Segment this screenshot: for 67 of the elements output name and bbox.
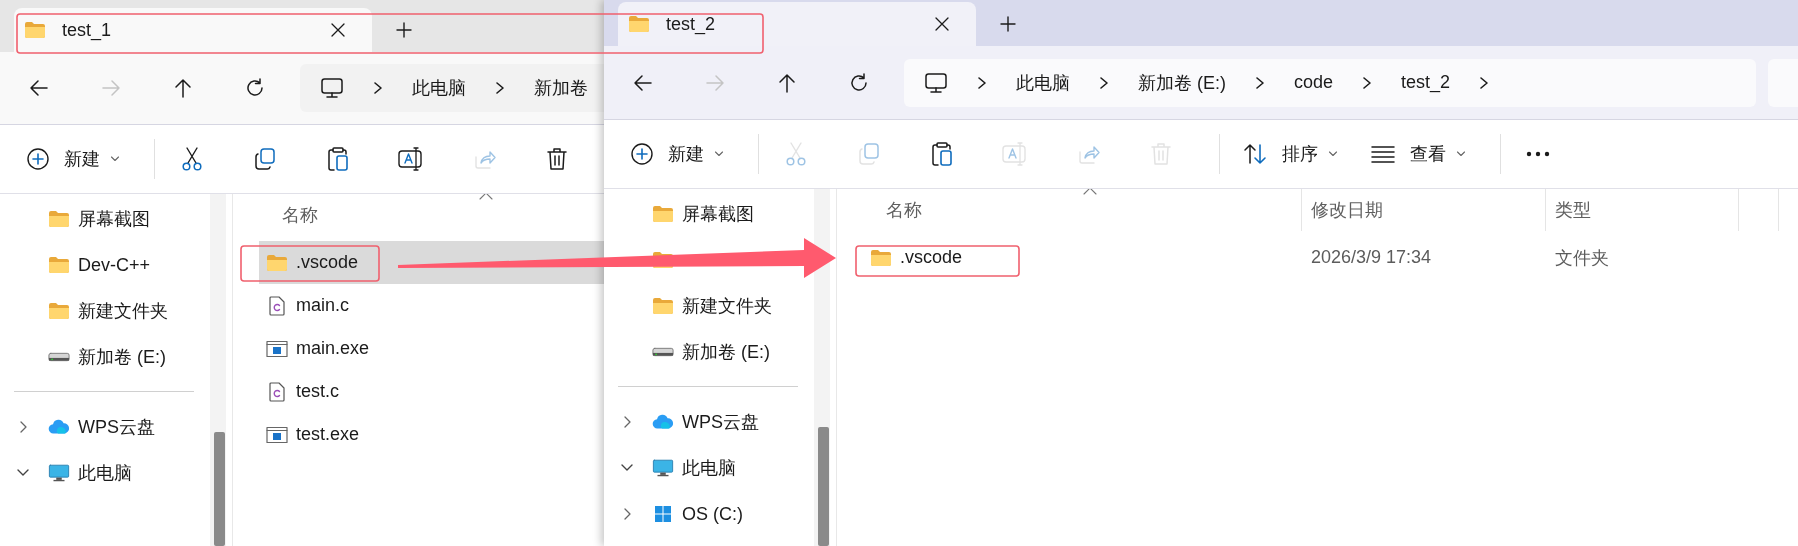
computer-icon [652, 458, 674, 478]
sidebar-item[interactable]: OS (C:) [682, 503, 743, 525]
exe-file-icon [266, 425, 288, 444]
sidebar-item[interactable]: WPS云盘 [682, 410, 759, 434]
column-header[interactable]: 名称 [282, 203, 318, 227]
file-name[interactable]: .vscode [296, 252, 359, 273]
breadcrumb[interactable]: 新加卷 (E:) [1138, 70, 1226, 95]
chevron-down-icon [110, 155, 120, 163]
cloud-icon [48, 418, 70, 436]
chevron-right-icon [1361, 75, 1374, 90]
chevron-down-icon [714, 150, 724, 158]
sidebar-item[interactable]: 此电脑 [682, 456, 736, 480]
sidebar-item[interactable]: 新加卷 (E:) [78, 345, 166, 369]
column-header[interactable]: 类型 [1555, 198, 1591, 222]
chevron-right-icon [1254, 75, 1266, 90]
sidebar-item[interactable]: 屏幕截图 [682, 202, 754, 226]
file-name[interactable]: test.c [296, 381, 339, 402]
chevron-right-icon [976, 75, 988, 90]
close-icon [330, 22, 346, 38]
sidebar-item[interactable]: 屏幕截图 [78, 207, 150, 231]
sidebar-item[interactable]: Dev-C++ [78, 254, 151, 276]
date-cell: 2026/3/9 17:34 [1311, 247, 1432, 268]
close-icon [934, 16, 950, 32]
exe-file-icon [266, 339, 288, 358]
new-button[interactable]: 新建 [618, 130, 736, 178]
sidebar-item[interactable]: 新建文件夹 [78, 299, 168, 323]
c-file-icon [266, 295, 288, 316]
sort-caret-icon [1083, 189, 1097, 195]
scrollbar-thumb[interactable] [214, 432, 225, 546]
c-file-icon [266, 381, 288, 402]
tab[interactable]: test_1 [14, 8, 372, 52]
cloud-icon [652, 413, 674, 431]
breadcrumb[interactable]: test_2 [1401, 72, 1451, 93]
tab[interactable]: test_2 [618, 2, 976, 46]
new-button[interactable]: 新建 [14, 135, 132, 183]
sort-button[interactable]: 排序 [1230, 130, 1350, 178]
column-header[interactable]: 名称 [886, 198, 922, 222]
file-name[interactable]: test.exe [296, 424, 360, 445]
sidebar-item[interactable]: WPS云盘 [78, 415, 155, 439]
plus-icon [1000, 16, 1016, 32]
type-cell-text: 文件夹 [1555, 246, 1609, 270]
breadcrumb[interactable]: 此电脑 [1016, 70, 1070, 95]
scrollbar-thumb[interactable] [818, 427, 829, 546]
chevron-down-icon [1456, 150, 1466, 158]
breadcrumb[interactable]: 此电脑 [412, 76, 466, 100]
column-header[interactable]: 修改日期 [1311, 198, 1383, 222]
chevron-down-icon [1328, 150, 1338, 158]
computer-icon [320, 77, 344, 99]
chevron-right-icon [1098, 75, 1110, 90]
sort-caret-icon [479, 194, 493, 200]
computer-icon [48, 463, 70, 483]
sidebar-item[interactable]: 此电脑 [78, 461, 132, 485]
chevron-right-icon [372, 81, 384, 95]
file-name[interactable]: .vscode [900, 247, 963, 268]
chevron-right-icon [494, 81, 506, 95]
address-bar[interactable]: 此电脑 新加卷 [300, 64, 604, 112]
file-name[interactable]: main.exe [296, 338, 370, 359]
breadcrumb[interactable]: 新加卷 [534, 76, 588, 100]
breadcrumb[interactable]: code [1294, 72, 1334, 93]
computer-icon [924, 71, 948, 94]
file-name[interactable]: main.c [296, 295, 349, 316]
windows-icon [652, 504, 674, 524]
sidebar-item[interactable]: 新建文件夹 [682, 294, 772, 318]
view-button[interactable]: 查看 [1358, 130, 1478, 178]
address-bar[interactable]: 此电脑 新加卷 (E:) code test_2 [904, 58, 1756, 107]
plus-icon [396, 22, 412, 38]
sidebar-item[interactable]: 新加卷 (E:) [682, 340, 770, 364]
